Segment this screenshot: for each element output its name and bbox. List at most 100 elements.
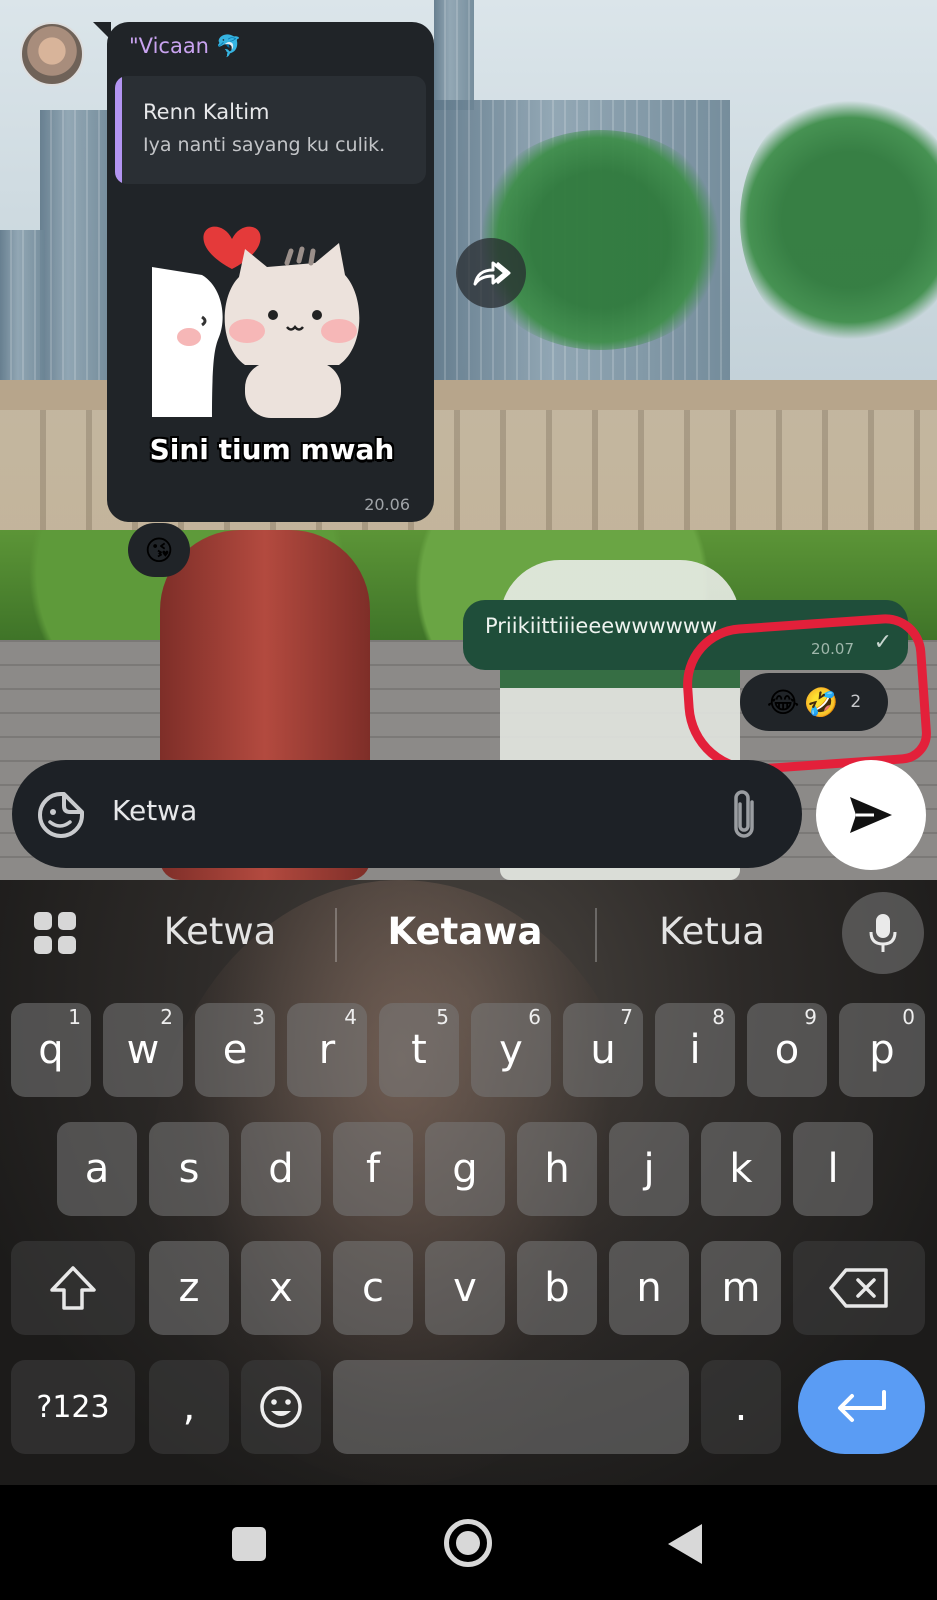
key-p[interactable]: p0 xyxy=(839,1003,925,1097)
key-t-label: t xyxy=(411,1027,427,1073)
key-y[interactable]: y6 xyxy=(471,1003,551,1097)
message-input[interactable]: Ketwa xyxy=(112,794,197,827)
key-a-label: a xyxy=(84,1146,110,1192)
suggestion-1[interactable]: Ketwa xyxy=(100,910,340,953)
key-r[interactable]: r4 xyxy=(287,1003,367,1097)
backspace-icon xyxy=(829,1268,888,1308)
apps-grid-icon[interactable] xyxy=(32,910,78,956)
key-w-label: w xyxy=(126,1027,160,1073)
key-i-number: 8 xyxy=(712,1005,725,1029)
key-z[interactable]: z xyxy=(149,1241,229,1335)
space-key[interactable] xyxy=(333,1360,689,1454)
key-v[interactable]: v xyxy=(425,1241,505,1335)
key-k[interactable]: k xyxy=(701,1122,781,1216)
incoming-message-bubble[interactable]: "Vicaan 🐬 Renn Kaltim Iya nanti sayang k… xyxy=(93,22,434,522)
key-u-label: u xyxy=(590,1027,616,1073)
key-y-number: 6 xyxy=(528,1005,541,1029)
suggestion-3[interactable]: Ketua xyxy=(592,910,832,953)
cat-kiss-sticker-art xyxy=(152,226,360,418)
key-j[interactable]: j xyxy=(609,1122,689,1216)
key-l[interactable]: l xyxy=(793,1122,873,1216)
key-o-label: o xyxy=(774,1027,800,1073)
key-p-label: p xyxy=(869,1027,895,1073)
recents-button[interactable] xyxy=(232,1527,266,1561)
key-g[interactable]: g xyxy=(425,1122,505,1216)
period-key-label: . xyxy=(734,1384,748,1430)
key-u[interactable]: u7 xyxy=(563,1003,643,1097)
key-q[interactable]: q1 xyxy=(11,1003,91,1097)
voice-input-button[interactable] xyxy=(842,892,924,974)
incoming-reaction[interactable]: 😘 xyxy=(128,523,190,577)
key-b-label: b xyxy=(544,1265,570,1311)
comma-key-label: , xyxy=(182,1384,196,1430)
key-y-label: y xyxy=(499,1027,523,1073)
sticker-image[interactable]: Sini tium mwah xyxy=(127,197,417,487)
suggestion-bar: Ketwa Ketawa Ketua xyxy=(0,880,937,986)
key-e[interactable]: e3 xyxy=(195,1003,275,1097)
key-o-number: 9 xyxy=(804,1005,817,1029)
key-w[interactable]: w2 xyxy=(103,1003,183,1097)
key-m-label: m xyxy=(721,1265,761,1311)
key-u-number: 7 xyxy=(620,1005,633,1029)
key-c[interactable]: c xyxy=(333,1241,413,1335)
send-icon xyxy=(850,797,892,833)
key-x[interactable]: x xyxy=(241,1241,321,1335)
key-o[interactable]: o9 xyxy=(747,1003,827,1097)
key-q-number: 1 xyxy=(68,1005,81,1029)
emoji-key[interactable] xyxy=(241,1360,321,1454)
key-v-label: v xyxy=(453,1265,477,1311)
sender-avatar[interactable] xyxy=(20,22,84,86)
key-f-label: f xyxy=(365,1146,381,1192)
sticker-icon[interactable] xyxy=(36,790,86,840)
incoming-timestamp: 20.06 xyxy=(364,495,410,514)
key-h[interactable]: h xyxy=(517,1122,597,1216)
shift-key[interactable] xyxy=(11,1241,135,1335)
reply-text: Iya nanti sayang ku culik. xyxy=(143,134,386,156)
enter-icon xyxy=(837,1390,886,1422)
key-j-label: j xyxy=(643,1146,655,1192)
outgoing-message-text: Priikiittiiieeewwwwww xyxy=(485,614,718,638)
key-n[interactable]: n xyxy=(609,1241,689,1335)
forward-button[interactable] xyxy=(456,238,526,308)
key-s[interactable]: s xyxy=(149,1122,229,1216)
key-s-label: s xyxy=(178,1146,200,1192)
sender-name[interactable]: "Vicaan 🐬 xyxy=(129,34,242,59)
home-button[interactable] xyxy=(444,1519,492,1567)
key-n-label: n xyxy=(636,1265,662,1311)
key-c-label: c xyxy=(362,1265,384,1311)
key-x-label: x xyxy=(269,1265,293,1311)
enter-key[interactable] xyxy=(798,1360,925,1454)
comma-key[interactable]: , xyxy=(149,1360,229,1454)
system-nav-bar xyxy=(0,1485,937,1600)
key-i-label: i xyxy=(689,1027,701,1073)
key-f[interactable]: f xyxy=(333,1122,413,1216)
shift-icon xyxy=(50,1266,96,1310)
key-k-label: k xyxy=(729,1146,753,1192)
key-d-label: d xyxy=(268,1146,294,1192)
reply-quote[interactable]: Renn Kaltim Iya nanti sayang ku culik. xyxy=(115,76,426,184)
reply-accent-bar xyxy=(115,76,122,184)
message-composer[interactable]: Ketwa xyxy=(12,760,802,868)
back-button[interactable] xyxy=(668,1524,702,1564)
attach-icon[interactable] xyxy=(726,788,762,842)
key-r-number: 4 xyxy=(344,1005,357,1029)
period-key[interactable]: . xyxy=(701,1360,781,1454)
key-t-number: 5 xyxy=(436,1005,449,1029)
key-p-number: 0 xyxy=(902,1005,915,1029)
send-button[interactable] xyxy=(816,760,926,870)
symbols-key[interactable]: ?123 xyxy=(11,1360,135,1454)
key-i[interactable]: i8 xyxy=(655,1003,735,1097)
symbols-key-label: ?123 xyxy=(36,1389,110,1425)
key-b[interactable]: b xyxy=(517,1241,597,1335)
key-t[interactable]: t5 xyxy=(379,1003,459,1097)
emoji-icon xyxy=(260,1386,302,1428)
key-m[interactable]: m xyxy=(701,1241,781,1335)
forward-icon xyxy=(473,261,511,286)
suggestion-2[interactable]: Ketawa xyxy=(345,910,585,953)
soft-keyboard: Ketwa Ketawa Ketua q1 w2 e3 r4 t5 y6 u7 … xyxy=(0,880,937,1485)
key-d[interactable]: d xyxy=(241,1122,321,1216)
key-e-number: 3 xyxy=(252,1005,265,1029)
key-e-label: e xyxy=(222,1027,248,1073)
key-a[interactable]: a xyxy=(57,1122,137,1216)
backspace-key[interactable] xyxy=(793,1241,925,1335)
